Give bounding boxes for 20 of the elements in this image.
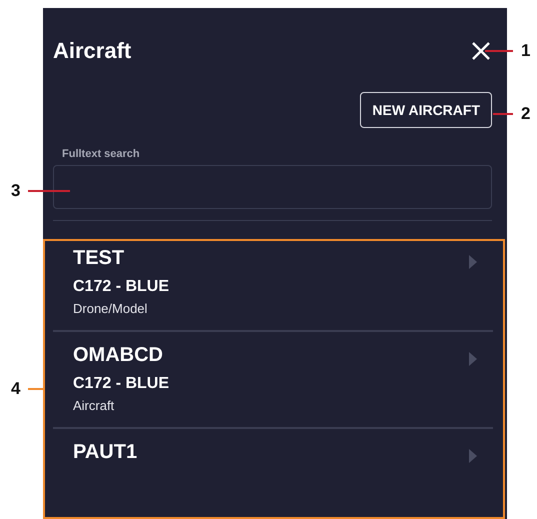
callout-number: 2 [521, 105, 530, 122]
callout-number: 4 [11, 380, 20, 397]
chevron-right-icon[interactable] [469, 255, 477, 269]
aircraft-type: Drone/Model [73, 302, 148, 318]
aircraft-registration: TEST [73, 247, 124, 270]
aircraft-type: Aircraft [73, 399, 114, 414]
callout-number: 3 [11, 182, 20, 199]
chevron-right-icon[interactable] [469, 448, 477, 463]
aircraft-model: C172 - BLUE [73, 278, 170, 296]
aircraft-registration: OMABCD [73, 344, 163, 367]
search-label: Fulltext search [62, 148, 140, 160]
search-field[interactable] [53, 165, 492, 209]
aircraft-model: C172 - BLUE [73, 374, 170, 394]
close-icon [471, 41, 491, 61]
aircraft-registration: PAUT1 [73, 440, 138, 464]
new-aircraft-button[interactable]: NEW AIRCRAFT [360, 92, 492, 128]
panel-title: Aircraft [53, 38, 132, 64]
close-button[interactable] [471, 41, 491, 61]
callout-number: 1 [521, 42, 530, 59]
chevron-right-icon[interactable] [469, 352, 477, 366]
